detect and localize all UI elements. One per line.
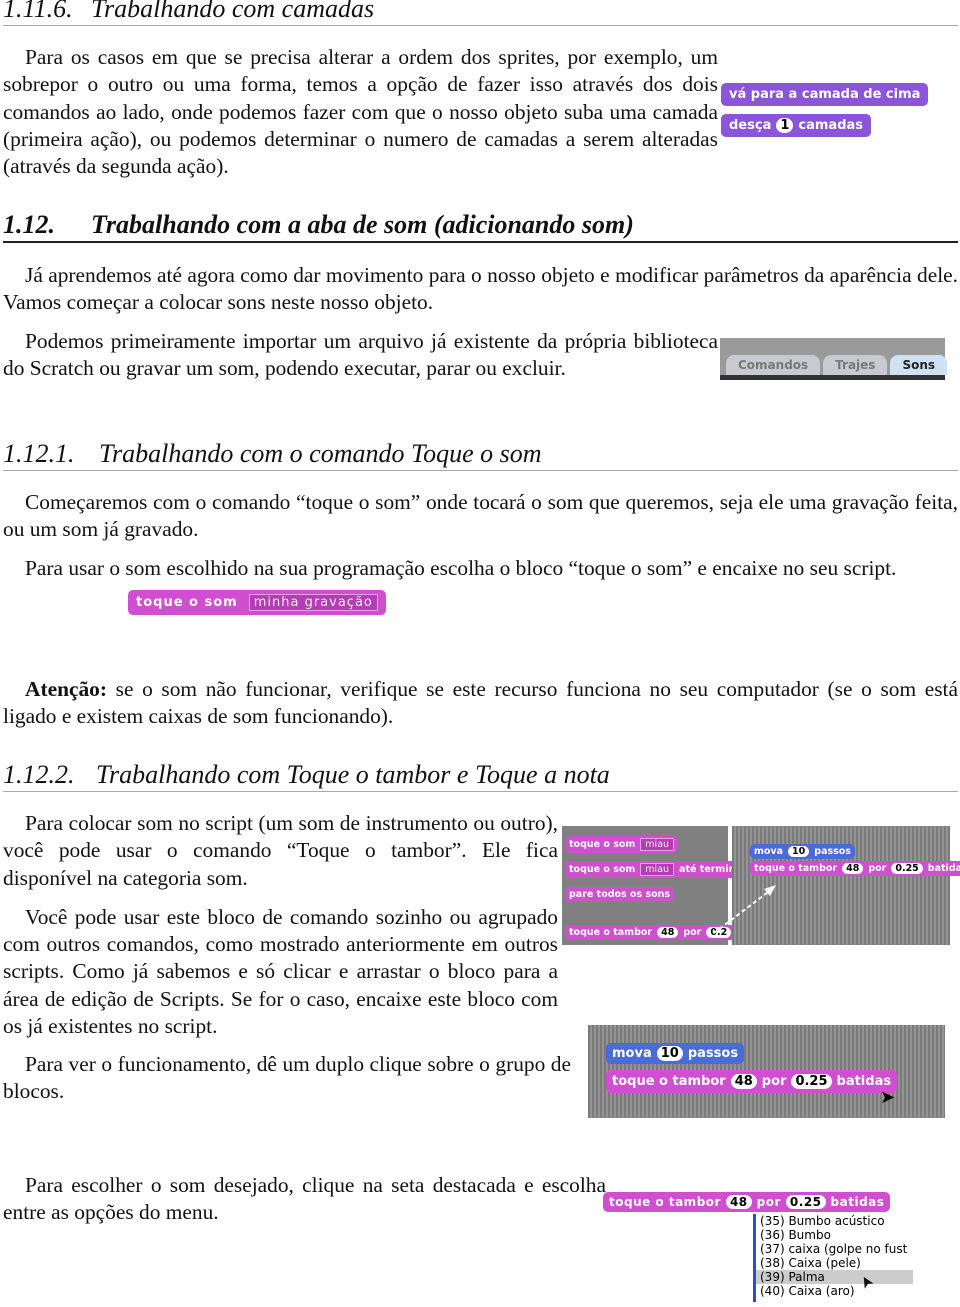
drum-dropdown: 48 [725, 1195, 752, 1209]
go-back-block: desça 1 camadas [721, 114, 872, 137]
play-sound-until-done-block: toque o som miau até termina [565, 861, 746, 878]
heading-title: Trabalhando com o comando Toque o som [99, 439, 542, 468]
block-label: batidas [830, 1195, 885, 1209]
paragraph: Para usar o som escolhido na sua program… [25, 556, 897, 580]
heading-rule [3, 241, 958, 243]
attention-paragraph: Atenção: se o som não funcionar, verifiq… [3, 676, 958, 731]
layers-input: 1 [776, 118, 794, 133]
menu-item[interactable]: (38) Caixa (pele) [756, 1256, 913, 1270]
script-image: mova 10 passos toque o tambor 48 por 0.25 bati… [588, 1025, 945, 1118]
heading-title: Trabalhando com a aba de som (adicionand… [91, 210, 634, 239]
drum-palette-image: toque o som miau toque o som miau até termi… [562, 826, 960, 945]
stop-all-sounds-block: pare todos os sons [565, 887, 675, 902]
heading-number: 1.12.1. [3, 439, 75, 468]
play-drum-block: toque o tambor48por0.25batidas [606, 1070, 898, 1093]
block-label: por [761, 1074, 787, 1089]
block-label: toque o tambor [754, 863, 838, 874]
sound-dropdown: minha gravação [248, 594, 378, 611]
beats-input: 0.25 [791, 1074, 832, 1089]
drag-arrow-icon [713, 885, 776, 934]
block-label: passos [814, 846, 851, 857]
heading-1-12-2: 1.12.2. Trabalhando com Toque o tambor e … [3, 760, 610, 790]
drum-menu-image: toque o tambor 48 por 0.25 batidas [603, 1192, 891, 1212]
sound-dropdown: miau [640, 838, 675, 851]
block-label: pare todos os sons [569, 889, 671, 900]
block-label: batidas [927, 863, 960, 874]
go-front-block: vá para a camada de cima [721, 83, 929, 106]
block-label: camadas [798, 118, 864, 133]
menu-item[interactable]: (37) caixa (golpe no fust [756, 1242, 913, 1256]
paragraph: Para ver o funcionamento, dê um duplo cl… [3, 1052, 571, 1104]
drum-dropdown: 48 [842, 863, 864, 874]
play-drum-block: toque o tambor 48 por 0.25 batidas [750, 861, 960, 876]
heading-number: 1.11.6. [3, 0, 73, 23]
block-label: vá para a camada de cima [729, 87, 921, 102]
play-sound-block: toque o som minha gravação [128, 590, 386, 615]
heading-rule [3, 791, 958, 792]
heading-1-11-6: 1.11.6. Trabalhando com camadas [3, 0, 374, 24]
steps-input: 10 [788, 846, 810, 857]
attention-text: se o som não funcionar, verifique se est… [3, 677, 958, 729]
heading-1-12: 1.12. Trabalhando com a aba de som (adici… [3, 210, 634, 240]
block-label: toque o som [136, 595, 238, 610]
heading-title: Trabalhando com Toque o tambor e Toque a… [96, 760, 610, 789]
heading-number: 1.12. [3, 210, 55, 239]
block-label: toque o som [569, 839, 636, 850]
tabs-image: Comandos Trajes Sons [720, 338, 948, 380]
block-label: toque o tambor [569, 927, 653, 938]
block-label: por [756, 1195, 781, 1209]
play-sound-block: toque o som miau [565, 836, 679, 853]
paragraph-text: Para os casos em que se precisa alterar … [3, 45, 718, 179]
menu-item[interactable]: (35) Bumbo acústico [756, 1214, 913, 1228]
heading-rule [3, 470, 958, 471]
tab-sons: Sons [890, 355, 948, 375]
attention-label: Atenção: [25, 677, 107, 701]
paragraph: Começaremos com o comando “toque o som” … [3, 490, 958, 542]
block-label: toque o som [569, 864, 636, 875]
block-label: toque o tambor [612, 1074, 726, 1089]
block-label: mova [754, 846, 784, 857]
move-block: mova 10 passos [606, 1043, 745, 1064]
heading-rule [3, 25, 958, 26]
menu-item[interactable]: (36) Bumbo [756, 1228, 913, 1242]
drum-menu: (35) Bumbo acústico (36) Bumbo (37) caix… [753, 1214, 913, 1302]
paragraph: Para escolher o som desejado, clique na … [3, 1173, 606, 1225]
block-label: desça [729, 118, 772, 133]
block-label: por [868, 863, 887, 874]
menu-item[interactable]: (40) Caixa (aro) [756, 1284, 913, 1298]
palette-area: toque o som miau toque o som miau até termi… [562, 826, 747, 945]
drum-dropdown: 48 [730, 1074, 757, 1089]
move-block: mova 10 passos [750, 844, 855, 859]
mouse-cursor-icon: ➤ [880, 1087, 896, 1107]
heading-1-12-1: 1.12.1. Trabalhando com o comando Toque o… [3, 439, 542, 469]
beats-input: 0.25 [785, 1195, 826, 1209]
tab-comandos: Comandos [726, 355, 821, 375]
block-label: por [683, 927, 702, 938]
drum-dropdown: 48 [657, 927, 679, 938]
play-drum-block: toque o tambor 48 por 0.25 batidas [603, 1192, 891, 1212]
block-label: mova [612, 1046, 652, 1061]
block-label: passos [687, 1046, 739, 1061]
block-label: toque o tambor [609, 1195, 721, 1209]
tab-trajes: Trajes [823, 355, 888, 375]
heading-number: 1.12.2. [3, 760, 75, 789]
steps-input: 10 [656, 1046, 683, 1061]
paragraph: Podemos primeiramente importar um arquiv… [3, 329, 718, 381]
heading-title: Trabalhando com camadas [91, 0, 375, 23]
menu-item-selected[interactable]: (39) Palma [756, 1270, 913, 1284]
layer-blocks-image: vá para a camada de cima desça 1 camadas [721, 83, 929, 137]
sound-dropdown: miau [640, 863, 675, 876]
beats-input: 0.25 [891, 863, 923, 874]
paragraph: Já aprendemos até agora como dar movimen… [3, 263, 958, 315]
